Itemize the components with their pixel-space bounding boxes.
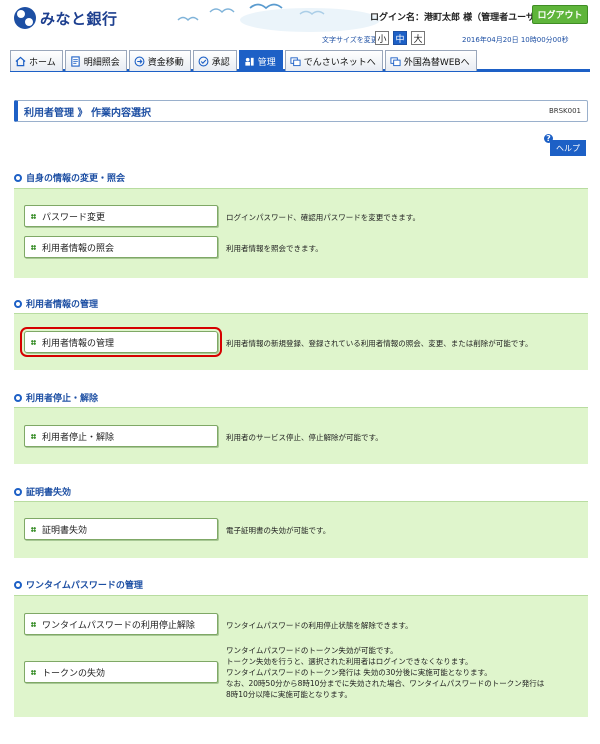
tab-label: 管理 <box>257 57 276 68</box>
user-info-management-button[interactable]: 利用者情報の管理 <box>20 327 222 357</box>
dots-icon <box>31 244 36 250</box>
section-self-info: パスワード変更 ログインパスワード、確認用パスワードを変更できます。 利用者情報… <box>14 188 588 278</box>
section-heading-user-suspend: 利用者停止・解除 <box>14 391 98 404</box>
tab-forex-web[interactable]: 外国為替WEBへ <box>384 50 477 71</box>
font-size-small-button[interactable]: 小 <box>375 31 389 45</box>
tab-label: 明細照会 <box>83 57 120 68</box>
tab-densai-net[interactable]: でんさいネットへ <box>284 50 383 71</box>
section-heading-text: 利用者停止・解除 <box>26 394 99 404</box>
description-line: ワンタイムパスワードのトークン発行は 失効の30分後に実施可能となります。 <box>226 668 492 677</box>
tab-statements[interactable]: 明細照会 <box>64 50 127 71</box>
user-suspend-release-button[interactable]: 利用者停止・解除 <box>24 425 218 447</box>
screen-id: BRSK001 <box>548 107 581 115</box>
section-heading-user-management: 利用者情報の管理 <box>14 297 98 310</box>
description-line: ワンタイムパスワードのトークン失効が可能です。 <box>226 646 398 655</box>
bank-name: みなと銀行 <box>40 9 118 28</box>
section-bullet-icon <box>14 580 22 589</box>
font-size-large-button[interactable]: 大 <box>411 31 425 45</box>
home-icon <box>15 56 26 66</box>
font-size-label: 文字サイズを変更 <box>322 36 378 44</box>
onetime-password-unlock-button[interactable]: ワンタイムパスワードの利用停止解除 <box>24 613 218 635</box>
description-line: トークン失効を行うと、選択された利用者はログインできなくなります。 <box>226 657 473 666</box>
menu-description: ワンタイムパスワードの利用停止状態を解除できます。 <box>226 621 413 630</box>
section-bullet-icon <box>14 487 22 496</box>
tab-label: 承認 <box>211 57 230 68</box>
menu-button-label: 証明書失効 <box>42 525 88 536</box>
section-user-management: 利用者情報の管理 利用者情報の新規登録、登録されている利用者情報の照会、変更、ま… <box>14 313 588 370</box>
section-heading-self-info: 自身の情報の変更・照会 <box>14 171 125 184</box>
tab-home[interactable]: ホーム <box>10 50 63 71</box>
section-heading-onetime-password: ワンタイムパスワードの管理 <box>14 578 143 591</box>
tab-label: でんさいネットへ <box>303 57 376 68</box>
help-button[interactable]: ヘルプ <box>550 140 586 156</box>
dots-icon <box>31 339 36 345</box>
menu-button-label: 利用者情報の管理 <box>42 338 115 349</box>
dots-icon <box>31 213 36 219</box>
current-datetime: 2016年04月20日 10時00分00秒 <box>462 36 569 44</box>
window-icon <box>290 56 301 66</box>
tab-approval[interactable]: 承認 <box>192 50 237 71</box>
page-title: 利用者管理 》 作業内容選択 <box>24 107 151 119</box>
font-size-medium-button[interactable]: 中 <box>393 31 407 45</box>
menu-button-label: トークンの失効 <box>42 668 106 679</box>
manage-icon <box>245 57 254 66</box>
menu-description: 電子証明書の失効が可能です。 <box>226 526 331 535</box>
dots-icon <box>31 433 36 439</box>
section-bullet-icon <box>14 299 22 308</box>
section-heading-certificate: 証明書失効 <box>14 485 71 498</box>
document-icon <box>71 55 80 67</box>
logout-button[interactable]: ログアウト <box>532 5 588 24</box>
user-info-inquiry-button[interactable]: 利用者情報の照会 <box>24 236 218 258</box>
menu-button-label: ワンタイムパスワードの利用停止解除 <box>42 620 195 631</box>
password-change-button[interactable]: パスワード変更 <box>24 205 218 227</box>
page-header: みなと銀行 ログイン名：港町太郎 様（管理者ユーザ） ログアウト 文字サイズを変… <box>0 0 600 48</box>
section-bullet-icon <box>14 393 22 402</box>
section-certificate: 証明書失効 電子証明書の失効が可能です。 <box>14 501 588 558</box>
dots-icon <box>31 621 36 627</box>
tab-label: 資金移動 <box>147 57 184 68</box>
description-line: なお、20時50分から8時10分までに失効された場合、ワンタイムパスワードのトー… <box>226 679 545 688</box>
token-revoke-button[interactable]: トークンの失効 <box>24 661 218 683</box>
bank-logo[interactable]: みなと銀行 <box>14 7 118 29</box>
token-revoke-description: ワンタイムパスワードのトークン失効が可能です。 トークン失効を行うと、選択された… <box>226 645 576 700</box>
description-line: 8時10分以降に実施可能となります。 <box>226 690 352 699</box>
bank-logo-mark-icon <box>14 7 36 29</box>
certificate-revoke-button[interactable]: 証明書失効 <box>24 518 218 540</box>
menu-button-label: 利用者停止・解除 <box>42 432 115 443</box>
page-title-bar: 利用者管理 》 作業内容選択 BRSK001 <box>14 100 588 122</box>
check-icon <box>198 56 209 66</box>
menu-button-label: 利用者情報の照会 <box>42 243 115 254</box>
section-heading-text: 利用者情報の管理 <box>26 300 99 310</box>
section-heading-text: ワンタイムパスワードの管理 <box>26 581 143 591</box>
dots-icon <box>31 526 36 532</box>
window-icon <box>390 56 401 66</box>
menu-description: 利用者のサービス停止、停止解除が可能です。 <box>226 433 383 442</box>
tab-management[interactable]: 管理 <box>238 50 283 71</box>
tab-fund-transfer[interactable]: 資金移動 <box>128 50 191 71</box>
section-heading-text: 証明書失効 <box>26 488 72 498</box>
menu-button-label: パスワード変更 <box>42 212 106 223</box>
section-user-suspend: 利用者停止・解除 利用者のサービス停止、停止解除が可能です。 <box>14 407 588 464</box>
main-nav: ホーム 明細照会 資金移動 承認 管理 でんさいネットへ 外国為替WEBへ <box>10 50 590 72</box>
section-bullet-icon <box>14 173 22 182</box>
transfer-icon <box>134 56 145 66</box>
menu-description: ログインパスワード、確認用パスワードを変更できます。 <box>226 213 420 222</box>
login-name: ログイン名：港町太郎 様（管理者ユーザ） <box>370 13 544 23</box>
menu-description: 利用者情報の新規登録、登録されている利用者情報の照会、変更、または削除が可能です… <box>226 339 533 348</box>
tab-label: 外国為替WEBへ <box>403 57 470 68</box>
dots-icon <box>31 669 36 675</box>
tab-label: ホーム <box>29 57 56 68</box>
section-onetime-password: ワンタイムパスワードの利用停止解除 ワンタイムパスワードの利用停止状態を解除でき… <box>14 595 588 717</box>
section-heading-text: 自身の情報の変更・照会 <box>26 174 126 184</box>
menu-description: 利用者情報を照会できます。 <box>226 244 323 253</box>
